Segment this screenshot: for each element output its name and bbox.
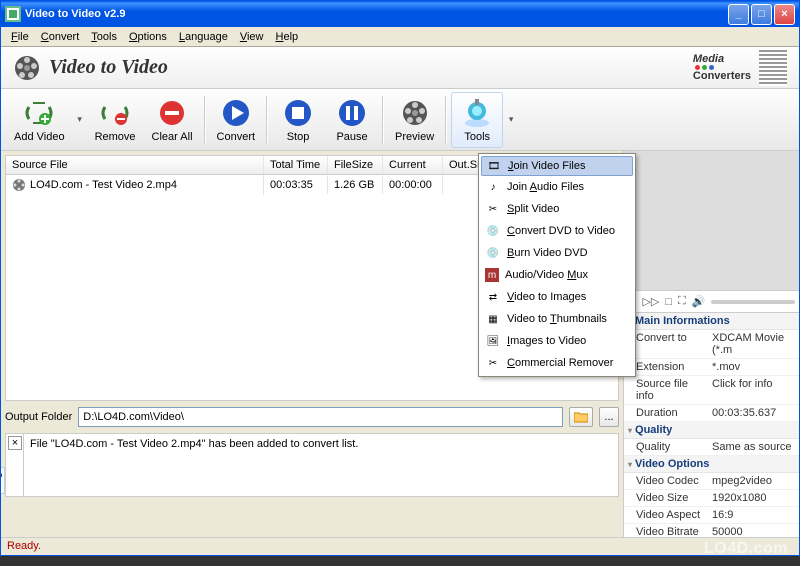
stop-icon[interactable]: □ [665, 296, 672, 308]
log-panel: × File "LO4D.com - Test Video 2.mp4" has… [5, 433, 619, 497]
add-video-button[interactable]: Add Video [7, 92, 72, 148]
clear-all-button[interactable]: Clear All [145, 92, 200, 148]
stop-button[interactable]: Stop [272, 92, 324, 148]
volume-slider[interactable] [711, 300, 795, 304]
section-main-info[interactable]: Main Informations [624, 313, 799, 330]
filmstrip-icon [759, 50, 787, 86]
properties-panel: Main Informations Convert toXDCAM Movie … [624, 313, 799, 537]
pause-button[interactable]: Pause [326, 92, 378, 148]
folder-icon [574, 411, 588, 423]
col-current[interactable]: Current [383, 156, 443, 174]
window-title: Video to Video v2.9 [25, 8, 726, 20]
preview-button[interactable]: Preview [388, 92, 441, 148]
app-header: Video to Video Media Converters [1, 47, 799, 89]
menu-images-to-video[interactable]: 🖼Images to Video [481, 330, 633, 352]
menu-video-to-thumbs[interactable]: ▦Video to Thumbnails [481, 308, 633, 330]
menu-convert[interactable]: Convert [35, 29, 86, 45]
menu-burn-dvd[interactable]: 💿Burn Video DVD [481, 242, 633, 264]
add-video-dropdown[interactable]: ▾ [74, 92, 86, 148]
col-source[interactable]: Source File [6, 156, 264, 174]
side-panel: ▷ ▷▷ □ ⛶ 🔊 Main Informations Convert toX… [623, 151, 799, 537]
prop-row: Video Codecmpeg2video [624, 473, 799, 490]
preview-controls: ▷ ▷▷ □ ⛶ 🔊 [624, 291, 799, 313]
mux-icon: m [485, 268, 499, 282]
output-folder-label: Output Folder [5, 411, 72, 423]
menu-split-video[interactable]: ✂Split Video [481, 198, 633, 220]
menu-help[interactable]: Help [270, 29, 305, 45]
split-icon: ✂ [485, 201, 501, 217]
menu-convert-dvd[interactable]: 💿Convert DVD to Video [481, 220, 633, 242]
menu-commercial-remover[interactable]: ✂Commercial Remover [481, 352, 633, 374]
col-totaltime[interactable]: Total Time [264, 156, 328, 174]
prop-row: Extension*.mov [624, 359, 799, 376]
prop-row: Source file infoClick for info [624, 376, 799, 405]
reel-icon [13, 54, 41, 82]
brand-logo: Media Converters [693, 50, 787, 86]
prop-row: Duration00:03:35.637 [624, 405, 799, 422]
menubar: File Convert Tools Options Language View… [1, 27, 799, 47]
section-video-options[interactable]: Video Options [624, 456, 799, 473]
menu-join-video[interactable]: 🎞Join Video Files [481, 156, 633, 176]
tools-dropdown[interactable]: ▾ [505, 92, 517, 148]
app-icon [5, 6, 21, 22]
menu-view[interactable]: View [234, 29, 270, 45]
maximize-button[interactable]: □ [751, 4, 772, 25]
convert-button[interactable]: Convert [210, 92, 263, 148]
close-button[interactable]: × [774, 4, 795, 25]
arrows-icon: ⇄ [485, 289, 501, 305]
titlebar[interactable]: Video to Video v2.9 _ □ × [1, 1, 799, 27]
toolbar: Add Video ▾ Remove Clear All Convert Sto… [1, 89, 799, 151]
prop-row: QualitySame as source [624, 439, 799, 456]
status-bar: Ready. [1, 537, 799, 555]
music-note-icon: ♪ [485, 179, 501, 195]
film-icon: 🎞 [486, 158, 502, 174]
prop-row: Video Bitrate50000 [624, 524, 799, 537]
section-quality[interactable]: Quality [624, 422, 799, 439]
log-close-button[interactable]: × [8, 436, 22, 450]
prop-row: Video Size1920x1080 [624, 490, 799, 507]
menu-join-audio[interactable]: ♪Join Audio Files [481, 176, 633, 198]
minimize-button[interactable]: _ [728, 4, 749, 25]
film-reel-icon [12, 178, 26, 192]
preview-area [624, 151, 799, 291]
log-tab[interactable]: Log [1, 467, 5, 494]
browse-folder-button[interactable] [569, 407, 593, 427]
menu-video-to-images[interactable]: ⇄Video to Images [481, 286, 633, 308]
menu-av-mux[interactable]: mAudio/Video Mux [481, 264, 633, 286]
burn-icon: 💿 [485, 245, 501, 261]
app-title: Video to Video [49, 56, 693, 79]
volume-icon[interactable]: 🔊 [692, 295, 706, 308]
scissors-icon: ✂ [485, 355, 501, 371]
fullscreen-icon[interactable]: ⛶ [678, 295, 686, 308]
tools-button[interactable]: Tools [451, 92, 503, 148]
menu-options[interactable]: Options [123, 29, 173, 45]
images-icon: 🖼 [485, 333, 501, 349]
prop-row: Convert toXDCAM Movie (*.m [624, 330, 799, 359]
tools-menu: 🎞Join Video Files ♪Join Audio Files ✂Spl… [478, 153, 636, 377]
output-folder-input[interactable] [78, 407, 563, 427]
watermark: LO4D.com [704, 540, 788, 558]
prop-row: Video Aspect16:9 [624, 507, 799, 524]
menu-tools[interactable]: Tools [85, 29, 123, 45]
log-message: File "LO4D.com - Test Video 2.mp4" has b… [24, 434, 364, 496]
col-filesize[interactable]: FileSize [328, 156, 383, 174]
output-row: Output Folder ... [5, 405, 619, 429]
menu-file[interactable]: File [5, 29, 35, 45]
next-icon[interactable]: ▷▷ [642, 295, 659, 308]
remove-button[interactable]: Remove [88, 92, 143, 148]
menu-language[interactable]: Language [173, 29, 234, 45]
grid-icon: ▦ [485, 311, 501, 327]
disc-icon: 💿 [485, 223, 501, 239]
app-window: Video to Video v2.9 _ □ × File Convert T… [0, 0, 800, 556]
more-button[interactable]: ... [599, 407, 619, 427]
